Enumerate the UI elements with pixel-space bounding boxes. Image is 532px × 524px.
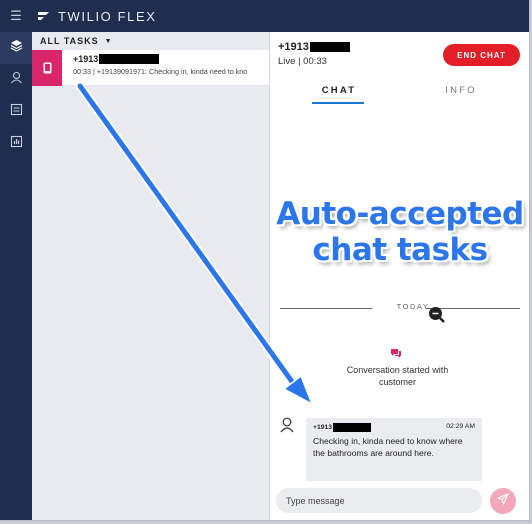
annotation-callout: Auto-accepted chat tasks bbox=[270, 196, 529, 268]
flex-app-window: ☰ TWILIO FLEX ALL TASKS ▼ +1913 00:33 | … bbox=[0, 0, 530, 521]
callout-line-1: Auto-accepted bbox=[276, 196, 524, 232]
callout-line-2: chat tasks bbox=[312, 232, 488, 268]
